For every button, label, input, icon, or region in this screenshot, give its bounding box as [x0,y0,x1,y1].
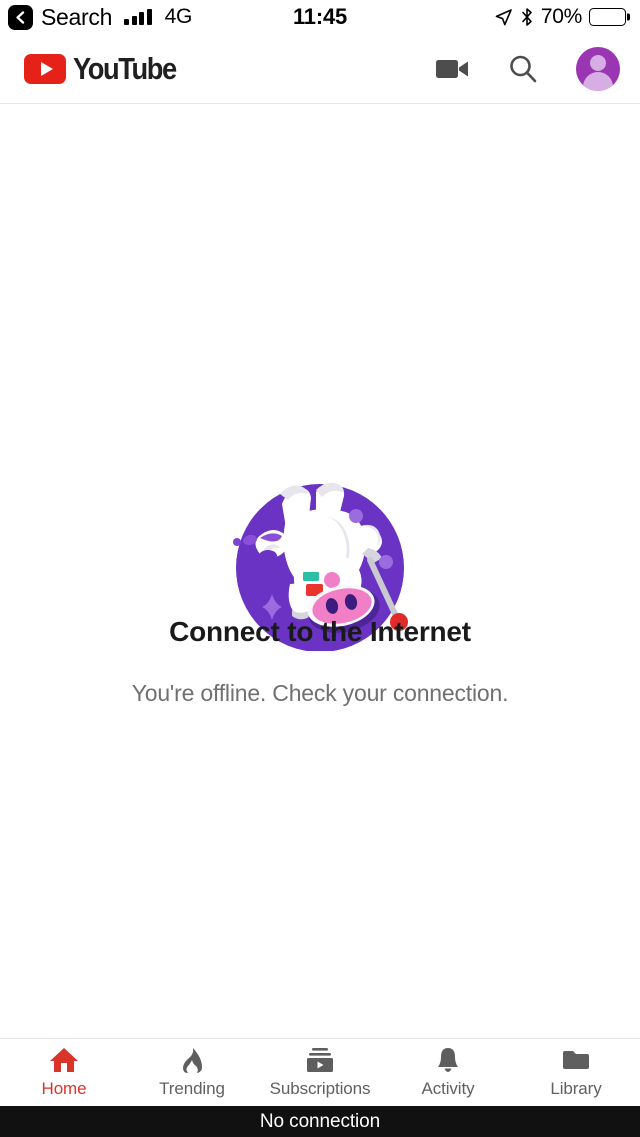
home-icon [49,1047,79,1073]
tab-home[interactable]: Home [0,1039,128,1106]
no-connection-toast: No connection [0,1106,640,1137]
network-type-label: 4G [164,5,193,28]
camera-icon [436,59,468,78]
flame-icon [180,1047,204,1073]
status-bar-left: Search 4G [8,4,192,31]
youtube-offline-screen: Search 4G 11:45 70% YouTube Connect to t… [0,0,640,1137]
tab-home-label: Home [41,1078,87,1098]
bell-icon [435,1047,461,1073]
tab-trending[interactable]: Trending [128,1039,256,1106]
tab-subscriptions-label: Subscriptions [269,1078,371,1098]
subscriptions-icon [306,1047,334,1073]
battery-percent-label: 70% [540,5,582,28]
youtube-logo[interactable]: YouTube [24,51,190,87]
search-icon [510,55,537,82]
chevron-left-icon [16,10,25,24]
avatar-body [583,71,613,91]
cellular-signal-icon [124,9,152,25]
back-to-search-label: Search [41,3,113,30]
youtube-logo-text: YouTube [73,50,177,86]
tab-library[interactable]: Library [512,1039,640,1106]
app-header: YouTube [0,34,640,104]
tab-trending-label: Trending [159,1078,225,1098]
bluetooth-icon [522,8,532,26]
avatar[interactable] [576,46,620,91]
search-button[interactable] [508,54,538,84]
status-bar: Search 4G 11:45 70% [0,0,640,34]
tab-activity-label: Activity [421,1078,475,1098]
folder-icon [562,1047,590,1073]
tab-library-label: Library [550,1078,602,1098]
youtube-logo-icon [24,53,66,84]
back-to-search-button[interactable] [8,4,33,30]
avatar-head [590,54,606,71]
location-arrow-icon [495,8,512,25]
main-content: Connect to the Internet You're offline. … [0,104,640,1038]
status-bar-right: 70% [494,5,626,29]
empty-state-title: Connect to the Internet [169,616,471,647]
tab-activity[interactable]: Activity [384,1039,512,1106]
battery-icon [589,8,626,26]
empty-state-subtitle: You're offline. Check your connection. [131,680,509,706]
header-actions [436,46,620,91]
camera-button[interactable] [436,57,470,81]
tab-subscriptions[interactable]: Subscriptions [256,1039,384,1106]
bottom-tab-bar: Home Trending Subscriptions Activity Lib… [0,1038,640,1106]
